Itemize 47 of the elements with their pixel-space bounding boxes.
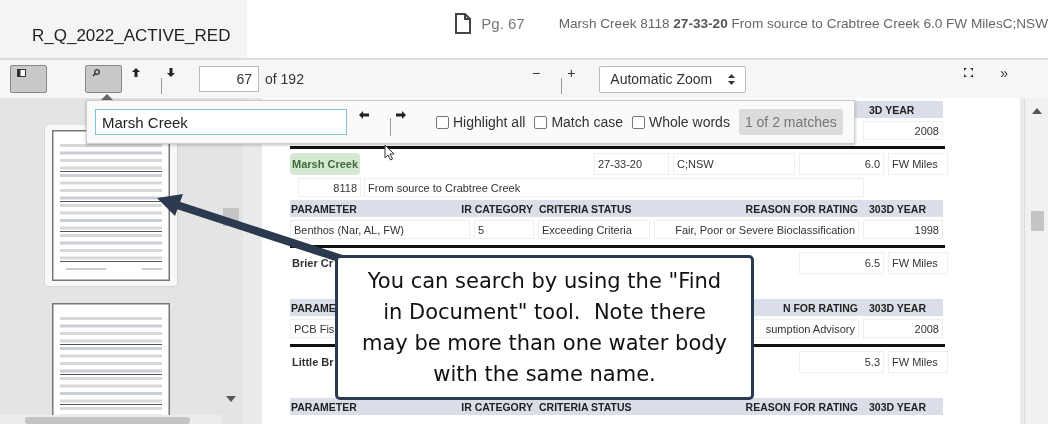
- table-cell: 27-33-20: [594, 153, 669, 175]
- column-header: 303D YEAR: [868, 301, 927, 314]
- table-cell: 6.0: [799, 153, 884, 175]
- page-count: of 192: [265, 71, 304, 87]
- water-body-name: Brier Cr: [291, 256, 334, 271]
- column-header: IR CATEGORY: [460, 400, 534, 413]
- table-cell: Benthos (Nar, AL, FW): [290, 220, 470, 239]
- column-header: PARAMETER: [290, 202, 358, 215]
- record-summary: Marsh Creek 8118 27-33-20 From source to Crabtree Creek 6.0 FW MilesC;NSW: [558, 15, 1048, 31]
- page-label: Pg. 67: [481, 14, 525, 32]
- column-header: PARAME: [290, 301, 337, 314]
- match-count: 1 of 2 matches: [738, 109, 843, 135]
- table-cell: 1998: [863, 220, 943, 239]
- zoom-in-button[interactable]: +: [567, 65, 576, 81]
- search-highlight: Marsh Creek: [290, 153, 361, 175]
- column-header: PARAMETER: [290, 400, 358, 413]
- zoom-out-button[interactable]: −: [531, 65, 541, 81]
- table-cell: FW Miles: [888, 252, 948, 274]
- table-cell: C;NSW: [673, 153, 795, 175]
- column-header: 303D YEAR: [868, 400, 927, 413]
- column-header: 3D YEAR: [868, 103, 916, 116]
- table-cell: FW Miles: [888, 351, 948, 373]
- table-cell: 5.3: [799, 351, 884, 373]
- table-cell: 5: [474, 220, 534, 239]
- page-number-field[interactable]: 67: [199, 66, 259, 92]
- more-tools-button[interactable]: »: [1000, 65, 1009, 81]
- column-header: N FOR RATING: [781, 301, 859, 314]
- table-cell: 6.5: [799, 252, 884, 274]
- column-header: 303D YEAR: [868, 202, 927, 215]
- table-cell: Fair, Poor or Severe Bioclassification: [654, 220, 859, 239]
- table-cell: FW Miles: [888, 153, 948, 175]
- table-cell: 2008: [863, 319, 943, 338]
- zoom-select[interactable]: Automatic Zoom: [599, 65, 747, 93]
- table-cell: From source to Crabtree Creek: [364, 178, 864, 197]
- table-cell: Exceeding Criteria: [538, 220, 650, 239]
- column-header: REASON FOR RATING: [744, 202, 859, 215]
- column-header: CRITERIA STATUS: [538, 400, 633, 413]
- column-header: CRITERIA STATUS: [538, 202, 633, 215]
- table-cell: 8118: [298, 178, 361, 197]
- document-title: R_Q_2022_ACTIVE_RED: [32, 26, 231, 46]
- column-header: IR CATEGORY: [460, 202, 534, 215]
- find-field[interactable]: Marsh Creek: [95, 109, 347, 135]
- table-cell: 2008: [863, 121, 943, 140]
- column-header: REASON FOR RATING: [744, 400, 859, 413]
- checkbox-label: Match case: [551, 114, 623, 130]
- checkbox-label: Highlight all: [453, 114, 526, 130]
- checkbox-label: Whole words: [648, 114, 730, 130]
